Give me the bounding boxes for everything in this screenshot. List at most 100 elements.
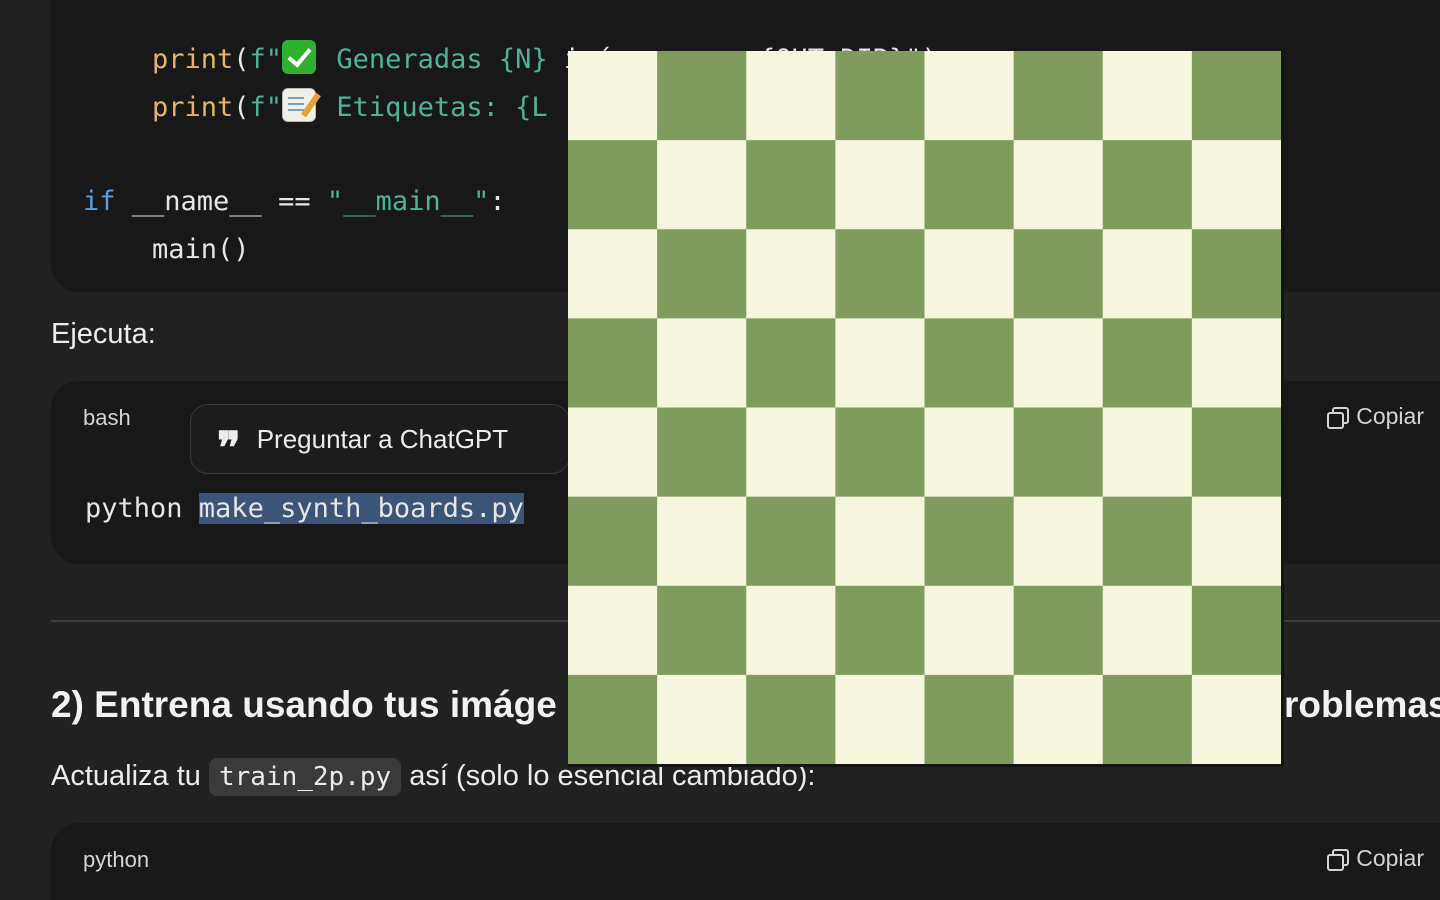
board-square — [657, 674, 747, 764]
section-heading-2-tail: roblemas — [1284, 684, 1440, 726]
code-token-string: "__main__" — [326, 186, 490, 217]
board-square — [835, 496, 926, 587]
checkerboard-image-window[interactable] — [568, 51, 1284, 767]
board-square — [568, 674, 658, 764]
board-square — [1191, 51, 1281, 141]
code-line-main-call: main() — [152, 232, 250, 268]
heading-text-left: 2) Entrena usando tus imáge — [51, 684, 557, 725]
board-square — [746, 496, 836, 587]
section-heading-2: 2) Entrena usando tus imáge — [51, 684, 557, 726]
board-square — [746, 318, 836, 409]
board-square — [746, 674, 836, 764]
board-square — [1191, 229, 1281, 319]
board-square — [835, 674, 926, 764]
board-square — [1102, 674, 1193, 764]
board-square — [1102, 51, 1193, 141]
board-square — [568, 229, 658, 319]
board-square — [924, 585, 1015, 676]
code-block-python-bottom: python Copiar — [51, 823, 1440, 900]
code-line-print-etiquetas: print(f" Etiquetas: {L — [152, 88, 548, 126]
board-square — [1191, 674, 1281, 764]
code-token-plain: __name__ == — [115, 186, 327, 217]
ask-chatgpt-button[interactable]: ❞ Preguntar a ChatGPT — [190, 404, 570, 474]
code-token-fn: print — [152, 44, 234, 75]
board-square — [657, 585, 747, 676]
copy-icon — [1326, 406, 1350, 429]
code-token-string: Generadas — [320, 44, 499, 75]
board-square — [924, 318, 1015, 409]
board-square — [746, 51, 836, 141]
board-square — [1102, 229, 1193, 319]
board-square — [924, 674, 1015, 764]
board-square — [1013, 229, 1104, 319]
board-square — [1013, 496, 1104, 587]
board-square — [1191, 496, 1281, 587]
heading-text-right: roblemas — [1284, 684, 1440, 725]
board-square — [1191, 140, 1281, 230]
code-token-fprefix: f" — [249, 92, 283, 123]
copy-button-label: Copiar — [1356, 845, 1424, 871]
copy-button-label: Copiar — [1356, 403, 1424, 429]
code-token-paren: ( — [233, 44, 250, 75]
code-token-fn: print — [152, 92, 234, 123]
code-token-colon: : — [489, 186, 506, 217]
board-square — [657, 318, 747, 409]
paragraph-text-before: Actualiza tu — [51, 760, 209, 792]
board-square — [657, 51, 747, 141]
board-square — [1013, 318, 1104, 409]
chat-page: print(f" Generadas {N} imágenes en {OUT_… — [0, 0, 1440, 900]
board-square — [1013, 674, 1104, 764]
board-square — [746, 140, 836, 230]
code-line-bash-command[interactable]: python make_synth_boards.py — [85, 491, 524, 527]
copy-icon — [1326, 848, 1350, 871]
board-square — [568, 407, 658, 498]
board-square — [568, 140, 658, 230]
board-square — [1102, 140, 1193, 230]
board-square — [1102, 318, 1193, 409]
board-square — [1013, 407, 1104, 498]
board-square — [657, 407, 747, 498]
copy-code-button[interactable]: Copiar — [1326, 403, 1424, 430]
board-square — [835, 585, 926, 676]
quote-icon: ❞ — [217, 423, 241, 474]
board-square — [1013, 51, 1104, 141]
board-square — [1013, 585, 1104, 676]
board-square — [835, 229, 926, 319]
board-square — [1102, 407, 1193, 498]
selected-text[interactable]: make_synth_boards.py — [198, 493, 524, 524]
board-square — [924, 229, 1015, 319]
board-square — [1191, 318, 1281, 409]
code-token-keyword: if — [83, 186, 116, 217]
board-square — [835, 318, 926, 409]
board-square — [746, 407, 836, 498]
inline-code-filename: train_2p.py — [208, 758, 402, 796]
board-square — [1102, 496, 1193, 587]
board-square — [746, 585, 836, 676]
board-square — [835, 51, 926, 141]
board-square — [835, 140, 926, 230]
copy-code-button[interactable]: Copiar — [1326, 845, 1424, 872]
code-token-var: {N} — [498, 44, 548, 75]
code-token-fprefix: f" — [249, 44, 283, 75]
board-square — [924, 51, 1015, 141]
code-line-if-main: if __name__ == "__main__": — [83, 184, 506, 220]
board-square — [657, 140, 747, 230]
board-square — [568, 585, 658, 676]
section-label-ejecuta: Ejecuta: — [51, 318, 156, 350]
code-token-string: Etiquetas: {L — [320, 92, 548, 123]
board-square — [1013, 140, 1104, 230]
board-square — [924, 407, 1015, 498]
code-token-plain: main() — [152, 234, 250, 265]
board-square — [568, 51, 658, 141]
code-block-lang-label: bash — [83, 405, 131, 430]
code-token-paren: ( — [233, 92, 250, 123]
ask-chatgpt-label: Preguntar a ChatGPT — [256, 423, 509, 454]
board-square — [1191, 407, 1281, 498]
board-square — [1102, 585, 1193, 676]
board-square — [924, 140, 1015, 230]
board-square — [657, 496, 747, 587]
code-block-lang-label: python — [83, 847, 150, 872]
board-square — [746, 229, 836, 319]
board-square — [657, 229, 747, 319]
board-square — [568, 496, 658, 587]
